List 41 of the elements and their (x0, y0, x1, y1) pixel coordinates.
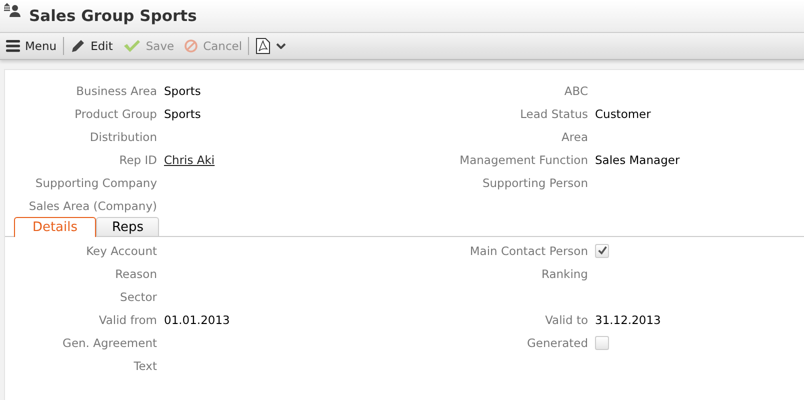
checkbox[interactable] (595, 336, 609, 350)
field-label: Rep ID (118, 152, 157, 166)
checkmark-icon (122, 39, 141, 53)
field-value: 01.01.2013 (164, 312, 230, 326)
checkbox[interactable] (595, 244, 609, 258)
pencil-icon (70, 38, 86, 54)
chevron-down-icon (276, 43, 286, 49)
field-label: Management Function (458, 152, 588, 166)
field-label: Main Contact Person (468, 244, 588, 258)
field-value: Customer (595, 106, 651, 120)
field-link[interactable]: Chris Aki (164, 152, 215, 166)
field-value: Sports (164, 106, 201, 120)
field-label: Supporting Company (34, 176, 157, 190)
field-label: Text (132, 358, 157, 372)
field-value: Sports (164, 84, 201, 98)
field-label: Generated (526, 336, 588, 350)
edit-button[interactable]: Edit (66, 35, 117, 57)
field-label: Product Group (74, 106, 157, 120)
tab[interactable]: Reps (96, 217, 160, 236)
field-label: Key Account (85, 244, 157, 258)
field-label: Valid to (544, 312, 588, 326)
field-label: Supporting Person (481, 176, 588, 190)
field-label: Valid from (98, 312, 157, 326)
field-label: Area (560, 130, 588, 144)
field-value: 31.12.2013 (595, 312, 661, 326)
field-label: Sector (119, 290, 157, 304)
field-value: Sales Manager (595, 152, 680, 166)
window-title: Sales Group Sports (29, 7, 197, 25)
field-label: Sales Area (Company) (28, 198, 157, 212)
pdf-icon (255, 37, 272, 55)
field-label: Distribution (88, 130, 157, 144)
group-icon (3, 2, 21, 18)
menu-button[interactable]: Menu (2, 35, 61, 57)
field-label: Ranking (540, 266, 588, 280)
field-label: ABC (563, 84, 588, 98)
field-label: Lead Status (519, 106, 588, 120)
field-label: Business Area (75, 84, 157, 98)
menu-icon (6, 40, 20, 52)
field-label: Gen. Agreement (62, 336, 157, 350)
cancel-icon (184, 39, 198, 53)
field-label: Reason (114, 266, 157, 280)
